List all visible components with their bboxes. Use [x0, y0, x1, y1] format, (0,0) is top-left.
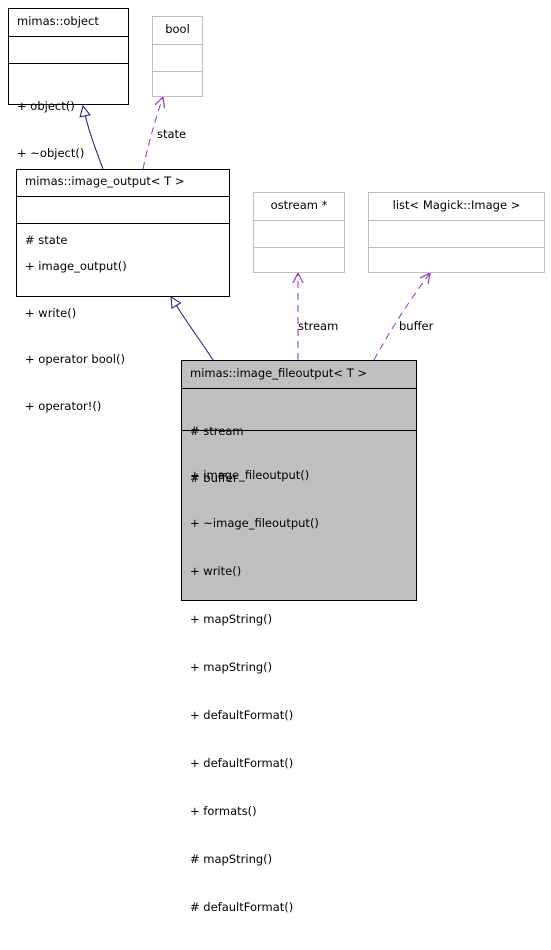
class-methods	[153, 71, 202, 96]
class-box-bool[interactable]: bool	[152, 16, 203, 97]
class-name: mimas::image_fileoutput< T >	[190, 366, 368, 380]
method: + defaultFormat()	[190, 756, 294, 770]
class-box-list-magick-image[interactable]: list< Magick::Image >	[368, 192, 545, 273]
class-attributes	[254, 220, 344, 247]
class-name: bool	[165, 22, 190, 36]
method: # mapString()	[190, 852, 273, 866]
edge-label-buffer: buffer	[399, 319, 434, 333]
method: + image_fileoutput()	[190, 468, 310, 482]
edge-label-stream: stream	[298, 319, 339, 333]
class-methods: + image_fileoutput() + ~image_fileoutput…	[182, 430, 416, 950]
method: + defaultFormat()	[190, 708, 294, 722]
class-attributes	[9, 36, 128, 63]
method: # defaultFormat()	[190, 900, 294, 914]
class-attributes	[369, 220, 544, 247]
method: + write()	[25, 305, 77, 320]
class-box-ostream[interactable]: ostream *	[253, 192, 345, 273]
method: + image_output()	[25, 259, 127, 273]
class-box-object[interactable]: mimas::object + object() + ~object()	[8, 8, 129, 160]
method: + ~image_fileoutput()	[190, 516, 319, 530]
method: + formats()	[190, 804, 257, 818]
edge-image_fileoutput-uses-list-buffer	[373, 273, 430, 361]
class-box-image-fileoutput[interactable]: mimas::image_fileoutput< T > # stream # …	[181, 360, 417, 914]
class-box-image-output[interactable]: mimas::image_output< T > # state + image…	[16, 169, 230, 413]
method: + mapString()	[190, 660, 273, 674]
method: + write()	[190, 564, 242, 578]
class-name: ostream *	[270, 198, 328, 212]
class-name: mimas::image_output< T >	[25, 174, 185, 188]
edge-label-state: state	[157, 127, 187, 141]
class-methods	[369, 247, 544, 272]
method: + object()	[17, 99, 75, 113]
class-attributes: # state	[17, 196, 229, 247]
class-name: list< Magick::Image >	[392, 198, 521, 212]
class-attributes: # stream # buffer	[182, 388, 416, 485]
class-name: mimas::object	[17, 14, 99, 28]
method: + mapString()	[190, 612, 273, 626]
method: + ~object()	[17, 145, 85, 160]
class-methods	[254, 247, 344, 272]
class-attributes	[153, 44, 202, 71]
